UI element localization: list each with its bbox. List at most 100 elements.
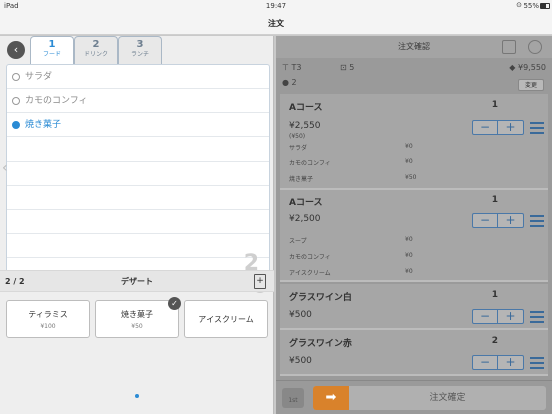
- minus-icon[interactable]: −: [473, 356, 498, 369]
- quantity-stepper[interactable]: − +: [472, 309, 524, 324]
- order-item: Aコース 1 ¥2,500 − + スープ ¥0 カモのコンフィ ¥0 アイスクリ…: [280, 190, 548, 282]
- item-name: 焼き菓子: [121, 310, 153, 319]
- sub-item-price: ¥0: [405, 143, 413, 150]
- cart-count: 5: [349, 63, 355, 72]
- cart-info: ⊡ 5: [340, 63, 354, 72]
- sub-item-price: ¥50: [405, 174, 417, 181]
- seat-label: 1st: [288, 397, 298, 404]
- person-icon: ●: [282, 78, 289, 87]
- sub-item-name: アイスクリーム: [289, 270, 331, 277]
- status-bar: iPad 19:47 ⊙ 55%: [0, 0, 552, 13]
- minus-icon[interactable]: −: [473, 214, 498, 227]
- change-button[interactable]: 変更: [518, 79, 544, 91]
- item-price: ¥100: [40, 323, 56, 330]
- confirm-order-button[interactable]: ➡ 注文確定: [313, 386, 546, 410]
- item-tiramisu[interactable]: ティラミス ¥100: [6, 300, 90, 338]
- quantity-stepper[interactable]: − +: [472, 355, 524, 370]
- minus-icon[interactable]: −: [473, 121, 498, 134]
- page-title: 注文: [268, 19, 284, 28]
- order-header-title: 注文確認: [398, 42, 430, 51]
- battery-icon: [540, 3, 550, 9]
- order-name: グラスワイン赤: [289, 339, 352, 349]
- cart-icon: ⊡: [340, 63, 347, 72]
- total-info: ◆ ¥9,550: [509, 63, 546, 72]
- plus-icon[interactable]: +: [498, 214, 523, 227]
- divider: [7, 209, 269, 210]
- radio-selected-icon: [12, 121, 20, 129]
- print-icon[interactable]: [502, 40, 516, 54]
- order-header: 注文確認: [276, 36, 552, 58]
- tab-label: フード: [42, 51, 61, 58]
- category-name: デザート: [121, 277, 153, 286]
- radio-icon: [12, 73, 20, 81]
- sub-item-name: 焼き菓子: [289, 176, 314, 183]
- plus-icon[interactable]: +: [498, 310, 523, 323]
- item-ice-cream[interactable]: アイスクリーム: [184, 300, 268, 338]
- table-number: T3: [291, 63, 302, 72]
- item-name: ティラミス: [28, 310, 68, 319]
- option-baked-sweets[interactable]: 焼き菓子: [7, 113, 269, 137]
- sub-item-price: ¥0: [405, 158, 413, 165]
- chevron-left-icon[interactable]: ‹: [2, 160, 8, 176]
- order-qty: 1: [491, 290, 498, 300]
- add-document-icon[interactable]: +: [254, 274, 266, 289]
- guest-info: ● 2: [282, 78, 297, 87]
- page-dot: [135, 394, 139, 398]
- sub-item-name: カモのコンフィ: [289, 254, 331, 261]
- nav-bar: 注文: [0, 13, 552, 35]
- alarm-icon: ⊙: [516, 1, 522, 9]
- order-price: ¥500: [289, 356, 312, 366]
- option-label: サラダ: [25, 72, 53, 82]
- plus-icon[interactable]: +: [498, 356, 523, 369]
- tab-label: ドリンク: [83, 51, 108, 58]
- order-price-note: (¥50): [289, 133, 306, 140]
- option-confit[interactable]: カモのコンフィ: [7, 89, 269, 113]
- option-salad[interactable]: サラダ: [7, 65, 269, 89]
- order-price: ¥2,500: [289, 214, 321, 224]
- order-name: グラスワイン白: [289, 293, 352, 303]
- sub-item-price: ¥0: [405, 236, 413, 243]
- quantity-stepper[interactable]: − +: [472, 120, 524, 135]
- order-confirm-panel: 注文確認 ⊤ T3 ⊡ 5 ◆ ¥9,550 ● 2 変更 Aコース 1 ¥2,…: [276, 36, 552, 414]
- table-info: ⊤ T3: [282, 63, 302, 72]
- tab-drink[interactable]: 2 ドリンク: [74, 36, 118, 64]
- sub-item-name: サラダ: [289, 145, 308, 152]
- item-baked-sweets[interactable]: 焼き菓子 ¥50 ✓: [95, 297, 181, 338]
- settings-icon[interactable]: [528, 40, 542, 54]
- order-footer: 1st ➡ 注文確定: [276, 380, 552, 414]
- order-total: ¥9,550: [518, 63, 546, 72]
- order-price: ¥500: [289, 310, 312, 320]
- guest-count: 2: [291, 78, 297, 87]
- plus-icon[interactable]: +: [498, 121, 523, 134]
- order-qty: 1: [491, 195, 498, 205]
- radio-icon: [12, 97, 20, 105]
- divider: [7, 161, 269, 162]
- order-price: ¥2,550: [289, 121, 321, 131]
- menu-icon[interactable]: [530, 311, 544, 323]
- item-name: アイスクリーム: [198, 315, 254, 324]
- arrow-right-icon: ➡: [313, 386, 349, 410]
- course-option-list: サラダ カモのコンフィ 焼き菓子 2: [6, 64, 270, 293]
- back-icon[interactable]: ‹: [7, 41, 25, 59]
- sub-item-name: カモのコンフィ: [289, 160, 331, 167]
- tab-lunch[interactable]: 3 ランチ: [118, 36, 162, 64]
- order-qty: 1: [491, 100, 498, 110]
- minus-icon[interactable]: −: [473, 310, 498, 323]
- seat-icon[interactable]: 1st: [282, 388, 304, 408]
- divider: [7, 233, 269, 234]
- order-name: Aコース: [289, 103, 323, 113]
- menu-icon[interactable]: [530, 215, 544, 227]
- option-label: カモのコンフィ: [25, 96, 88, 106]
- menu-icon[interactable]: [530, 357, 544, 369]
- confirm-order-label: 注文確定: [429, 393, 466, 403]
- status-time: 19:47: [265, 2, 287, 10]
- order-item: グラスワイン白 1 ¥500 − +: [280, 284, 548, 330]
- sub-item-price: ¥0: [405, 252, 413, 259]
- tab-food[interactable]: 1 フード: [30, 36, 74, 64]
- order-name: Aコース: [289, 198, 323, 208]
- check-icon: ✓: [168, 297, 181, 310]
- tab-number: 1: [48, 39, 56, 50]
- menu-icon[interactable]: [530, 122, 544, 134]
- tab-number: 2: [92, 39, 100, 50]
- quantity-stepper[interactable]: − +: [472, 213, 524, 228]
